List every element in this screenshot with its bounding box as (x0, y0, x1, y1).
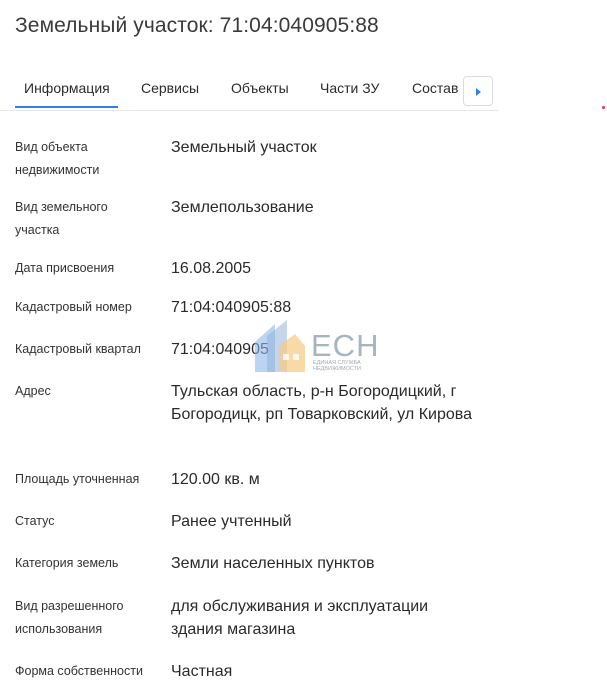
detail-value: Земли населенных пунктов (171, 555, 375, 572)
watermark-subtitle-line2: НЕДВИЖИМОСТИ (313, 366, 361, 372)
detail-value: 16.08.2005 (171, 260, 252, 277)
detail-label: Вид разрешенного использования (15, 599, 124, 636)
tab-bar: Информация Сервисы Объекты Части ЗУ Сост… (0, 70, 498, 111)
detail-value: Ранее учтенный (171, 513, 292, 530)
tab-land-parts[interactable]: Части ЗУ (320, 80, 379, 106)
tab-information[interactable]: Информация (15, 80, 118, 108)
detail-label: Вид земельного участка (15, 200, 108, 237)
detail-label: Кадастровый номер (15, 300, 132, 314)
detail-value: Тульская область, р-н Богородицкий, г Бо… (171, 383, 472, 423)
chevron-right-icon (476, 88, 481, 96)
detail-label: Кадастровый квартал (15, 342, 141, 356)
detail-value: Землепользование (171, 199, 314, 216)
tab-objects[interactable]: Объекты (231, 80, 289, 106)
tab-services[interactable]: Сервисы (141, 80, 199, 106)
detail-label: Адрес (15, 384, 51, 398)
detail-value: для обслуживания и эксплуатации здания м… (171, 598, 429, 638)
detail-value: 120.00 кв. м (171, 471, 260, 488)
detail-value: Частная (171, 663, 233, 680)
detail-label: Форма собственности (15, 664, 143, 678)
detail-value: Земельный участок (171, 139, 317, 156)
indicator-dot (602, 106, 605, 109)
tab-composition[interactable]: Состав (412, 80, 458, 106)
tabs-scroll-right-button[interactable] (463, 76, 493, 106)
page-title: Земельный участок: 71:04:040905:88 (15, 14, 379, 37)
detail-label: Вид объекта недвижимости (15, 140, 100, 177)
detail-label: Площадь уточненная (15, 472, 140, 486)
detail-label: Категория земель (15, 556, 119, 570)
watermark-logo-text: ЕСН (311, 328, 380, 363)
detail-label: Статус (15, 514, 55, 528)
detail-label: Дата присвоения (15, 261, 115, 275)
watermark-logo: ЕСН ЕДИНАЯ СЛУЖБА НЕДВИЖИМОСТИ (253, 316, 378, 376)
